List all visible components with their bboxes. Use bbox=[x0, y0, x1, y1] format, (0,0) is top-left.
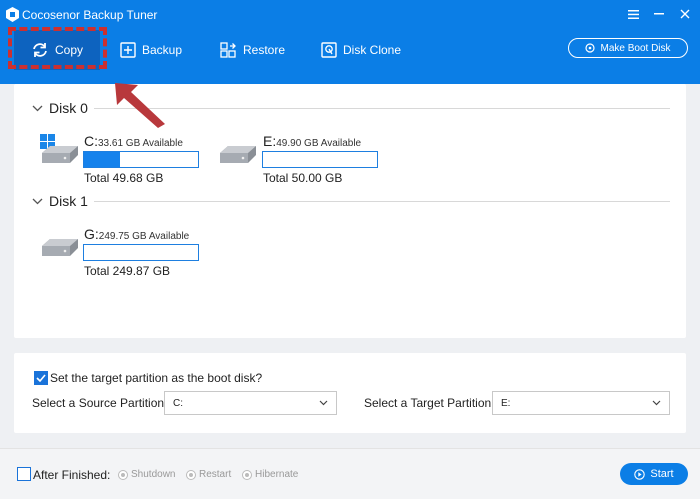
radio-dot-icon bbox=[189, 473, 193, 477]
chevron-down-icon bbox=[652, 400, 661, 406]
minimize-icon bbox=[654, 13, 664, 15]
partition-c-bar[interactable] bbox=[83, 151, 199, 168]
restart-radio[interactable] bbox=[186, 470, 196, 480]
disk-clone-button[interactable]: Disk Clone bbox=[321, 30, 411, 70]
partition-e-available: 49.90 GB Available bbox=[276, 138, 362, 149]
partition-e-letter: E: bbox=[263, 133, 277, 149]
source-partition-select[interactable]: C: bbox=[164, 391, 337, 415]
radio-dot-icon bbox=[121, 473, 125, 477]
start-label: Start bbox=[650, 468, 674, 480]
partition-g-total: Total 249.87 GB bbox=[84, 264, 171, 278]
partition-c-available: 33.61 GB Available bbox=[98, 138, 183, 149]
backup-button[interactable]: Backup bbox=[120, 30, 190, 70]
play-circle-icon bbox=[634, 468, 646, 480]
disk-clone-label: Disk Clone bbox=[343, 43, 402, 57]
copy-button[interactable]: Copy bbox=[14, 30, 100, 70]
restore-label: Restore bbox=[243, 43, 286, 57]
copy-sync-icon bbox=[33, 43, 47, 57]
disk-1-label: Disk 1 bbox=[49, 193, 88, 209]
after-finished-label: After Finished: bbox=[33, 468, 111, 482]
partition-e-heading: E:49.90 GB Available bbox=[263, 133, 361, 149]
backup-plus-icon bbox=[120, 42, 136, 58]
disk-0-header[interactable]: Disk 0 bbox=[32, 100, 88, 116]
source-partition-value: C: bbox=[173, 397, 183, 409]
chevron-down-icon bbox=[319, 400, 328, 406]
hibernate-label: Hibernate bbox=[255, 469, 299, 480]
hard-drive-icon bbox=[42, 146, 78, 163]
partition-c-letter: C: bbox=[84, 133, 98, 149]
partition-c-total: Total 49.68 GB bbox=[84, 171, 164, 185]
close-button[interactable] bbox=[674, 4, 696, 24]
minimize-button[interactable] bbox=[648, 4, 670, 24]
backup-label: Backup bbox=[142, 43, 183, 57]
copy-label: Copy bbox=[54, 43, 83, 57]
menu-button[interactable] bbox=[622, 4, 644, 24]
radio-dot-icon bbox=[245, 473, 249, 477]
window-title: Cocosenor Backup Tuner bbox=[22, 8, 158, 22]
disk-0-divider bbox=[94, 108, 670, 109]
disk-clone-icon bbox=[321, 42, 337, 58]
restore-grid-icon bbox=[220, 42, 236, 58]
target-partition-select[interactable]: E: bbox=[492, 391, 670, 415]
make-boot-disk-button[interactable]: Make Boot Disk bbox=[568, 38, 688, 58]
hibernate-radio[interactable] bbox=[242, 470, 252, 480]
start-button[interactable]: Start bbox=[620, 463, 688, 485]
source-partition-label: Select a Source Partition: bbox=[32, 396, 168, 410]
target-partition-label: Select a Target Partition: bbox=[364, 396, 495, 410]
target-partition-value: E: bbox=[501, 397, 511, 409]
partition-c-fill bbox=[84, 152, 121, 167]
hard-drive-icon bbox=[220, 146, 256, 163]
partition-g-bar[interactable] bbox=[83, 244, 199, 261]
disk-1-header[interactable]: Disk 1 bbox=[32, 193, 88, 209]
disk-1-divider bbox=[94, 201, 670, 202]
partition-g-heading: G:249.75 GB Available bbox=[84, 226, 189, 242]
hard-drive-icon bbox=[42, 239, 78, 256]
boot-disk-icon bbox=[585, 43, 596, 53]
restore-button[interactable]: Restore bbox=[220, 30, 290, 70]
checkmark-icon bbox=[36, 374, 46, 382]
disk-0-label: Disk 0 bbox=[49, 100, 88, 116]
partition-g-available: 249.75 GB Available bbox=[98, 231, 190, 242]
partition-e-total: Total 50.00 GB bbox=[263, 171, 343, 185]
hamburger-icon bbox=[627, 9, 639, 19]
shutdown-label: Shutdown bbox=[131, 469, 176, 480]
shutdown-radio[interactable] bbox=[118, 470, 128, 480]
boot-disk-checkbox[interactable] bbox=[34, 371, 48, 385]
boot-disk-option-label: Set the target partition as the boot dis… bbox=[50, 371, 263, 385]
after-finished-checkbox[interactable] bbox=[17, 467, 31, 481]
partition-g-letter: G: bbox=[84, 226, 99, 242]
chevron-down-icon bbox=[32, 198, 43, 204]
make-boot-disk-label: Make Boot Disk bbox=[600, 42, 671, 54]
partition-e-bar[interactable] bbox=[262, 151, 378, 168]
restart-label: Restart bbox=[199, 469, 232, 480]
partition-c-heading: C:33.61 GB Available bbox=[84, 133, 183, 149]
chevron-down-icon bbox=[32, 105, 43, 111]
app-logo-icon bbox=[6, 7, 19, 22]
disk-panel bbox=[14, 84, 686, 338]
close-icon bbox=[680, 9, 690, 19]
